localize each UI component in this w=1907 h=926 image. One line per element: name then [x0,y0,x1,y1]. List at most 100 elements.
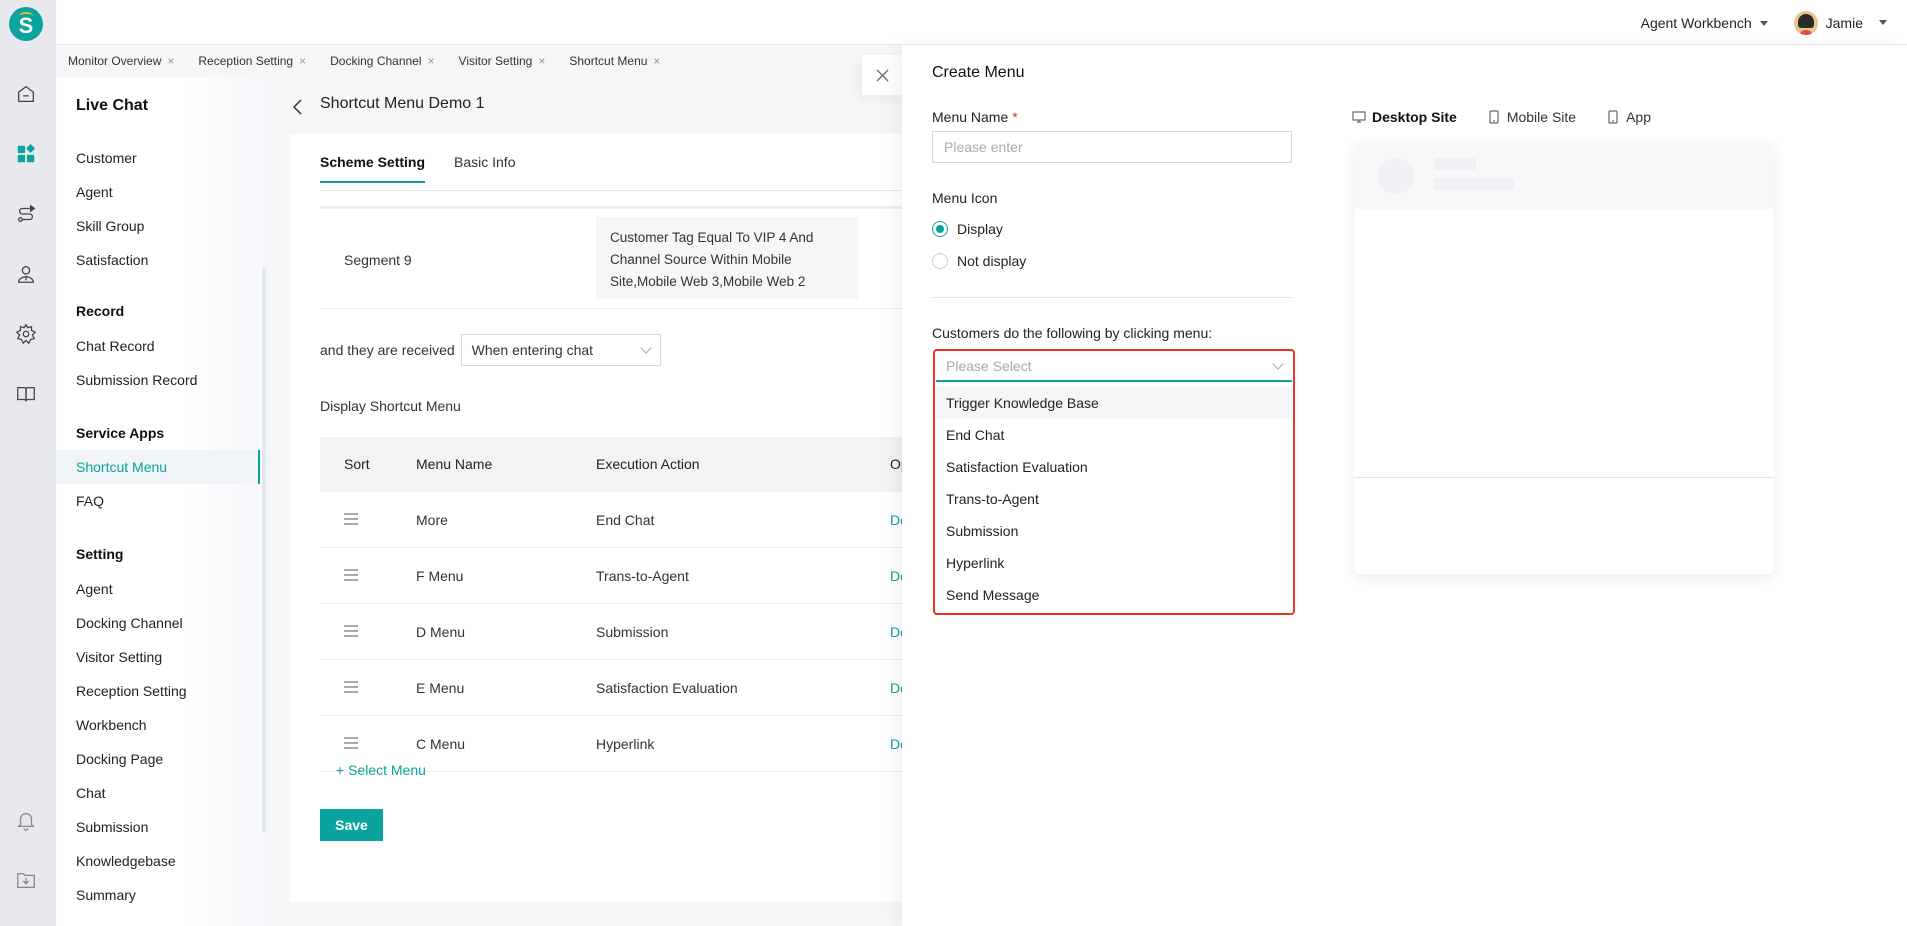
nav-section-setting: Setting [76,546,124,562]
brand-logo[interactable]: S [9,7,43,41]
drag-handle-icon[interactable] [344,569,358,581]
drag-handle-icon[interactable] [344,625,358,637]
download-folder-icon[interactable] [14,868,38,892]
table-row: D Menu Submission De [320,604,908,660]
chevron-down-icon [639,342,652,354]
bell-icon[interactable] [14,808,38,832]
drawer-title: Create Menu [932,64,1025,81]
preview-tab-mobile[interactable]: Mobile Site [1487,109,1576,125]
preview-tab-app[interactable]: App [1606,109,1651,125]
preview-avatar-placeholder [1378,158,1414,194]
option-trigger-knowledge-base[interactable]: Trigger Knowledge Base [936,387,1292,419]
nav-section-record: Record [76,303,125,319]
preview-panel [1354,142,1774,574]
nav-item-visitor-setting[interactable]: Visitor Setting [56,640,260,674]
back-icon[interactable] [290,97,306,117]
card-tabs: Scheme Setting Basic Info [320,134,902,191]
apps-icon[interactable] [14,142,38,166]
menu-icon-label: Menu Icon [932,190,998,206]
nav-item-knowledgebase[interactable]: Knowledgebase [56,844,260,878]
close-icon[interactable]: × [167,54,174,68]
route-icon[interactable] [14,202,38,226]
close-icon[interactable]: × [299,54,306,68]
top-bar: Agent Workbench Jamie [56,0,1907,45]
nav-item-submission-record[interactable]: Submission Record [56,363,260,397]
option-end-chat[interactable]: End Chat [936,419,1292,451]
save-button[interactable]: Save [320,809,383,841]
tab-visitor-setting[interactable]: Visitor Setting × [459,54,546,68]
workspace-switcher[interactable]: Agent Workbench [1641,15,1768,31]
scheme-card: Scheme Setting Basic Info Segment 9 Cust… [290,134,920,902]
preview-tabs: Desktop Site Mobile Site App [1352,109,1651,125]
settings-icon[interactable] [14,322,38,346]
close-icon[interactable]: × [653,54,660,68]
agent-icon[interactable] [14,262,38,286]
divider [932,297,1292,298]
nav-item-agent[interactable]: Agent [56,175,260,209]
received-select[interactable]: When entering chat [460,334,661,366]
radio-display[interactable]: Display [932,221,1003,237]
user-menu[interactable]: Jamie [1793,10,1887,35]
execution-action: Satisfaction Evaluation [596,680,738,696]
menu-name: C Menu [416,736,466,752]
nav-item-faq[interactable]: FAQ [56,484,260,518]
action-label: Customers do the following by clicking m… [932,325,1213,341]
nav-item-setting-agent[interactable]: Agent [56,572,260,606]
nav-item-chat[interactable]: Chat [56,776,260,810]
tab-shortcut-menu[interactable]: Shortcut Menu × [569,54,660,68]
header-menu-name: Menu Name [416,456,493,472]
tab-monitor-overview[interactable]: Monitor Overview × [68,54,174,68]
tab-docking-channel[interactable]: Docking Channel × [330,54,434,68]
icon-rail: S [0,0,56,926]
chevron-down-icon [1272,358,1284,370]
caret-down-icon [1759,21,1768,27]
select-menu-button[interactable]: + Select Menu [336,762,426,778]
option-send-message[interactable]: Send Message [936,579,1292,611]
preview-line-placeholder [1434,158,1476,170]
nav-item-workbench[interactable]: Workbench [56,708,260,742]
menu-name: F Menu [416,568,464,584]
option-satisfaction-evaluation[interactable]: Satisfaction Evaluation [936,451,1292,483]
action-select[interactable]: Please Select [936,352,1292,382]
close-icon[interactable]: × [538,54,545,68]
nav-item-docking-page[interactable]: Docking Page [56,742,260,776]
nav-item-docking-channel[interactable]: Docking Channel [56,606,260,640]
nav-item-summary[interactable]: Summary [56,878,260,912]
nav-item-satisfaction[interactable]: Satisfaction [56,243,260,277]
option-hyperlink[interactable]: Hyperlink [936,547,1292,579]
nav-item-customer[interactable]: Customer [56,141,260,175]
drag-handle-icon[interactable] [344,513,358,525]
option-trans-to-agent[interactable]: Trans-to-Agent [936,483,1292,515]
desktop-icon [1352,111,1366,123]
preview-divider [1354,477,1774,478]
nav-item-skill-group[interactable]: Skill Group [56,209,260,243]
table-row: E Menu Satisfaction Evaluation De [320,660,908,716]
nav-item-shortcut-menu[interactable]: Shortcut Menu [56,450,260,484]
header-execution-action: Execution Action [596,456,700,472]
action-dropdown: Trigger Knowledge Base End Chat Satisfac… [936,387,1292,611]
option-submission[interactable]: Submission [936,515,1292,547]
close-icon[interactable]: × [428,54,435,68]
preview-tab-desktop[interactable]: Desktop Site [1352,109,1457,125]
drag-handle-icon[interactable] [344,681,358,693]
required-mark: * [1012,109,1018,125]
home-icon[interactable] [14,82,38,106]
nav-item-reception-setting[interactable]: Reception Setting [56,674,260,708]
header-sort: Sort [344,456,370,472]
tab-basic-info[interactable]: Basic Info [454,154,515,170]
app-icon [1608,110,1618,124]
tab-reception-setting[interactable]: Reception Setting × [198,54,306,68]
tab-scheme-setting[interactable]: Scheme Setting [320,154,426,183]
menu-name: D Menu [416,624,466,640]
segment-row: Segment 9 Customer Tag Equal To VIP 4 An… [320,209,920,309]
nav-item-chat-record[interactable]: Chat Record [56,329,260,363]
radio-not-display[interactable]: Not display [932,253,1026,269]
book-icon[interactable] [14,382,38,406]
close-drawer-button[interactable] [862,55,902,95]
menu-name-input[interactable] [932,131,1292,163]
nav-item-submission[interactable]: Submission [56,810,260,844]
display-shortcut-label: Display Shortcut Menu [320,398,461,414]
execution-action: Hyperlink [596,736,655,752]
drag-handle-icon[interactable] [344,737,358,749]
table-header: Sort Menu Name Execution Action Op [320,437,909,492]
